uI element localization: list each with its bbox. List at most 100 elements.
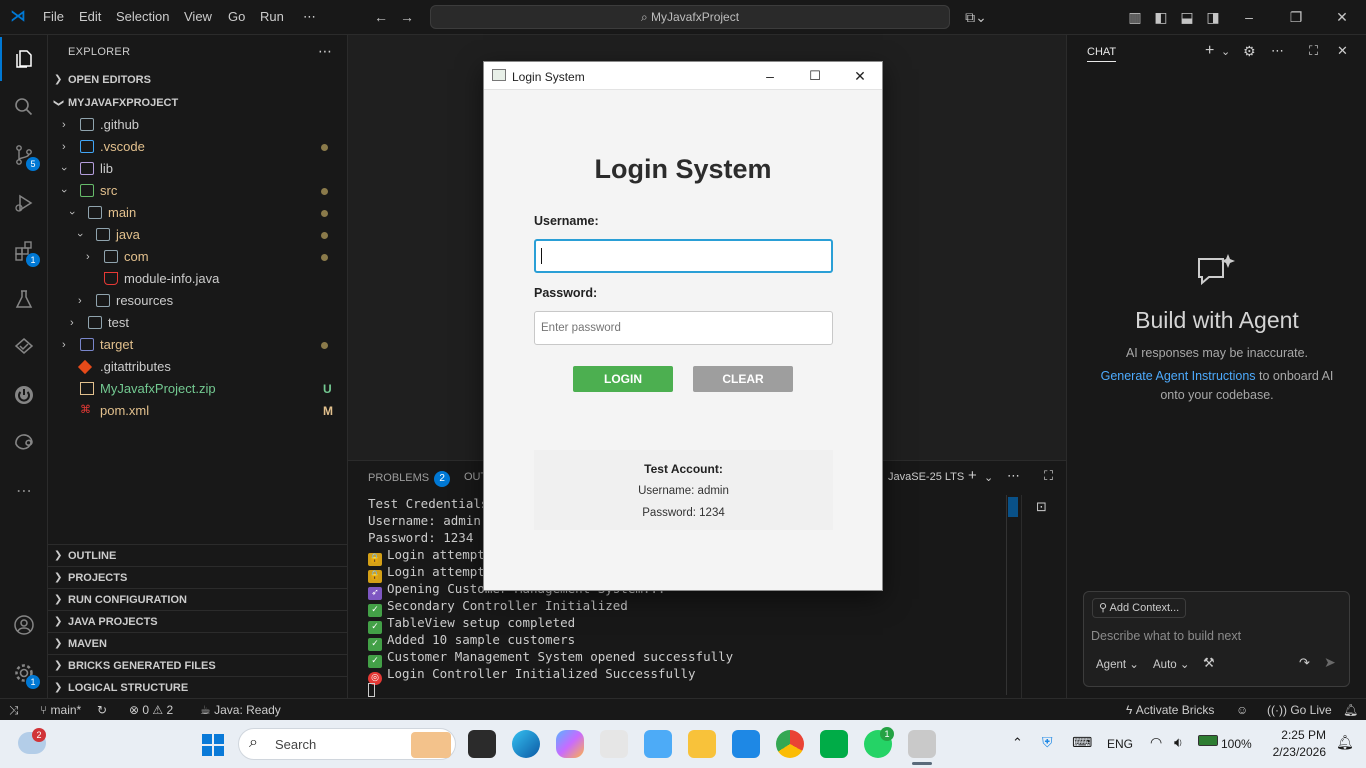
chrome-icon[interactable]	[776, 730, 804, 758]
agent-mode-select[interactable]: Agent ⌄	[1096, 657, 1139, 671]
java-app-icon[interactable]	[908, 730, 936, 758]
chat-input-placeholder[interactable]: Describe what to build next	[1091, 629, 1241, 643]
bricks-section[interactable]: ❯ BRICKS GENERATED FILES	[48, 654, 348, 676]
copilot-app-icon[interactable]	[556, 730, 584, 758]
tree-item-main[interactable]: › main	[48, 202, 348, 224]
explorer-more-icon[interactable]: ⋯	[318, 43, 332, 60]
chevron-up-icon[interactable]: ⌃	[1012, 735, 1023, 751]
clear-button[interactable]: CLEAR	[693, 366, 793, 392]
tree-item-gitattributes[interactable]: .gitattributes	[48, 356, 348, 378]
delegate-arrow-icon[interactable]: ↷	[1299, 655, 1310, 671]
maximize-panel-icon[interactable]: ⛶	[1044, 468, 1053, 484]
toggle-secondary-sidebar-icon[interactable]: ◨	[1204, 8, 1222, 26]
copilot-status-icon[interactable]: ☺	[1236, 703, 1248, 717]
chevron-down-icon[interactable]: ⌄	[984, 471, 993, 484]
close-icon[interactable]: ✕	[1333, 8, 1351, 26]
more-views-icon[interactable]: ⋯	[0, 469, 48, 513]
login-button[interactable]: LOGIN	[573, 366, 673, 392]
tree-item-java[interactable]: › java	[48, 224, 348, 246]
wifi-icon[interactable]: ◠	[1150, 734, 1162, 751]
menu-view[interactable]: View	[184, 9, 212, 24]
taskbar-search-box[interactable]: ⌕ Search	[238, 728, 456, 760]
search-view-icon[interactable]	[0, 85, 48, 129]
volume-icon[interactable]: 🔉︎	[1174, 734, 1183, 751]
restore-icon[interactable]: ❐	[1287, 8, 1305, 26]
google-meet-icon[interactable]	[820, 730, 848, 758]
tree-item-target[interactable]: › target	[48, 334, 348, 356]
testing-flask-icon[interactable]	[0, 277, 48, 321]
notifications-bell-icon[interactable]: 🔔︎	[1343, 703, 1358, 717]
menu-more[interactable]: ⋯	[303, 9, 316, 25]
problems-indicator[interactable]: ⊗ 0 ⚠ 2	[129, 703, 173, 717]
vscode-taskbar-icon[interactable]	[732, 730, 760, 758]
tree-item-module-info[interactable]: module-info.java	[48, 268, 348, 290]
remote-icon[interactable]: ⤨	[9, 703, 19, 718]
menu-go[interactable]: Go	[228, 9, 245, 24]
windows-start-icon[interactable]	[202, 734, 224, 756]
sync-icon[interactable]: ↻	[97, 703, 107, 717]
logical-structure-section[interactable]: ❯ LOGICAL STRUCTURE	[48, 676, 348, 698]
maximize-icon[interactable]: ☐	[805, 66, 825, 86]
menu-selection[interactable]: Selection	[116, 9, 169, 24]
edge-browser-icon[interactable]	[512, 730, 540, 758]
tree-item-pom[interactable]: ⌘ pom.xml M	[48, 400, 348, 422]
extensions-icon[interactable]: 1	[0, 229, 48, 273]
go-live[interactable]: ((·)) Go Live	[1267, 703, 1332, 717]
activate-bricks[interactable]: ϟ Activate Bricks	[1126, 703, 1214, 717]
password-input[interactable]	[534, 311, 833, 345]
tree-item-resources[interactable]: › resources	[48, 290, 348, 312]
add-context-button[interactable]: ⚲ Add Context...	[1092, 598, 1187, 618]
terminal-scroll-thumb[interactable]	[1008, 497, 1018, 517]
forward-arrow-icon[interactable]: →	[398, 8, 416, 26]
tree-item-lib[interactable]: › lib	[48, 158, 348, 180]
chat-input-box[interactable]: ⚲ Add Context... Describe what to build …	[1083, 591, 1350, 687]
copilot-icon[interactable]: ⧉⌄	[962, 8, 990, 26]
tree-item-src[interactable]: › src	[48, 180, 348, 202]
terminal-scrollbar[interactable]	[1006, 495, 1020, 695]
security-icon[interactable]: ⛨	[1042, 734, 1053, 751]
chevron-down-icon[interactable]: ⌄	[1221, 45, 1230, 58]
toggle-sidebar-icon[interactable]: ◧	[1152, 8, 1170, 26]
open-editors-section[interactable]: ❯ OPEN EDITORS	[48, 69, 348, 91]
store-icon[interactable]	[600, 730, 628, 758]
project-section[interactable]: ❯ MYJAVAFXPROJECT	[48, 92, 348, 114]
spring-boot-power-icon[interactable]	[0, 373, 48, 417]
tree-item-test[interactable]: › test	[48, 312, 348, 334]
clock-time[interactable]: 2:25 PM	[1270, 728, 1326, 742]
gear-icon[interactable]: ⚙	[1243, 43, 1256, 60]
notification-center-icon[interactable]: 🔔︎	[1336, 734, 1354, 751]
tree-item-github[interactable]: › .github	[48, 114, 348, 136]
command-center-search[interactable]: ⌕ MyJavafxProject	[430, 5, 950, 29]
manage-gear-icon[interactable]: 1	[0, 651, 48, 695]
tree-item-vscode[interactable]: › .vscode	[48, 136, 348, 158]
menu-run[interactable]: Run	[260, 9, 284, 24]
minimize-icon[interactable]: –	[1240, 8, 1258, 26]
minimize-icon[interactable]: –	[760, 66, 780, 86]
explorer-icon[interactable]	[0, 37, 48, 81]
accounts-icon[interactable]	[0, 603, 48, 647]
new-chat-plus-icon[interactable]: +	[1205, 42, 1214, 60]
generate-instructions-link[interactable]: Generate Agent Instructions	[1101, 369, 1256, 383]
battery-icon[interactable]	[1198, 735, 1218, 746]
java-status[interactable]: ☕ Java: Ready	[200, 703, 281, 717]
tab-problems[interactable]: PROBLEMS 2	[368, 471, 451, 487]
menu-edit[interactable]: Edit	[79, 9, 101, 24]
task-view-icon[interactable]	[468, 730, 496, 758]
keyboard-icon[interactable]: ⌨	[1072, 734, 1092, 751]
clock-date[interactable]: 2/23/2026	[1262, 745, 1326, 759]
maximize-icon[interactable]: ⛶	[1309, 43, 1318, 59]
edge-devtools-icon[interactable]	[0, 421, 48, 465]
language-indicator[interactable]: ENG	[1107, 737, 1133, 751]
new-terminal-plus-icon[interactable]: +	[968, 467, 977, 484]
tools-icon[interactable]: ⚒	[1203, 655, 1215, 671]
close-icon[interactable]: ✕	[1337, 43, 1348, 59]
tree-item-zip[interactable]: MyJavafxProject.zip U	[48, 378, 348, 400]
username-input[interactable]	[534, 239, 833, 273]
back-arrow-icon[interactable]: ←	[372, 8, 390, 26]
close-icon[interactable]: ✕	[850, 66, 870, 86]
chat-more-icon[interactable]: ⋯	[1271, 43, 1284, 59]
terminal-profile-label[interactable]: JavaSE-25 LTS	[888, 471, 964, 483]
tab-chat[interactable]: CHAT	[1087, 46, 1117, 62]
layout-icon[interactable]: ▥	[1126, 8, 1144, 26]
run-debug-icon[interactable]	[0, 181, 48, 225]
